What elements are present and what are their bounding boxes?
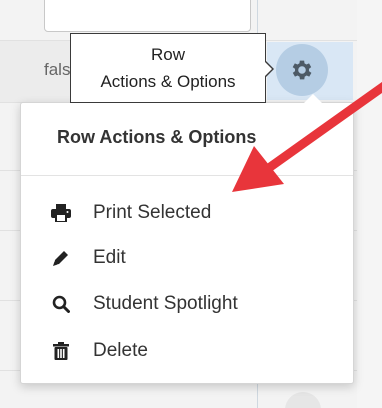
- trash-icon: [51, 341, 71, 361]
- menu-item-label: Print Selected: [93, 202, 212, 223]
- filter-input[interactable]: [44, 0, 251, 32]
- print-icon: [51, 203, 71, 223]
- pencil-icon: [51, 248, 71, 268]
- scrollbar[interactable]: [357, 0, 382, 408]
- menu-item-edit[interactable]: Edit: [51, 243, 126, 273]
- menu-item-label: Delete: [93, 340, 148, 361]
- annotation-arrow-icon: [232, 81, 382, 192]
- screenshot-stage: false Row Actions & Options Print Select…: [0, 0, 382, 408]
- menu-item-label: Edit: [93, 247, 126, 268]
- menu-item-label: Student Spotlight: [93, 293, 238, 314]
- search-icon: [51, 294, 71, 314]
- menu-item-delete[interactable]: Delete: [51, 336, 148, 366]
- menu-item-print-selected[interactable]: Print Selected: [51, 198, 211, 228]
- menu-item-student-spotlight[interactable]: Student Spotlight: [51, 289, 238, 319]
- tooltip-arrow-fill: [264, 61, 272, 77]
- menu-header: Row Actions & Options: [57, 127, 257, 147]
- tooltip-line-1: Row: [150, 45, 185, 64]
- row-actions-button[interactable]: [285, 392, 321, 408]
